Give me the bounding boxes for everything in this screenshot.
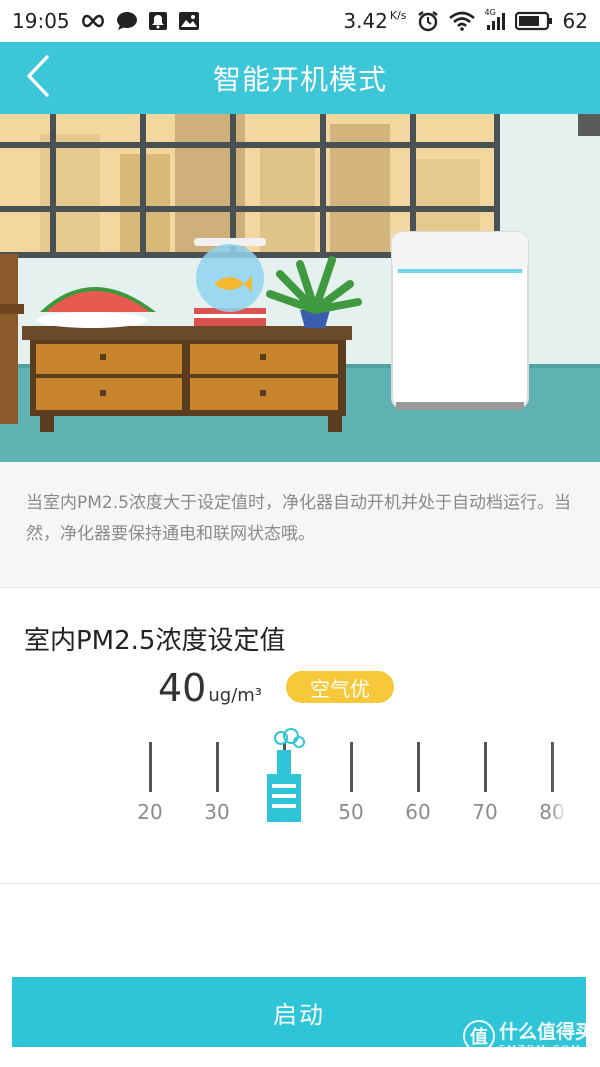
page-title: 智能开机模式 bbox=[212, 63, 387, 96]
infinity-icon bbox=[80, 13, 106, 29]
watermark-badge: 值 bbox=[462, 1020, 495, 1052]
notification-bell-icon bbox=[148, 11, 168, 31]
ruler-tick bbox=[417, 742, 420, 792]
ruler-tick bbox=[149, 742, 152, 792]
value-unit: ug/m³ bbox=[208, 685, 263, 706]
watermark-sub: SMZDM.COM bbox=[498, 1044, 582, 1055]
net-speed-unit: K/s bbox=[389, 9, 407, 22]
hero-illustration bbox=[0, 114, 600, 462]
battery-icon bbox=[514, 11, 553, 31]
chevron-left-icon bbox=[25, 54, 51, 102]
pm25-setting-panel: 室内PM2.5浓度设定值 40 ug/m³ 空气优 20304050607080 bbox=[0, 588, 600, 884]
pm25-ruler-slider[interactable]: 20304050607080 bbox=[130, 728, 570, 838]
cellular-signal-icon: 4G bbox=[484, 8, 505, 31]
ruler-tick bbox=[216, 742, 219, 792]
ruler-tick bbox=[350, 742, 353, 792]
ruler-edge-fade bbox=[552, 728, 570, 838]
mode-description: 当室内PM2.5浓度大于设定值时，净化器自动开机并处于自动档运行。当然，净化器要… bbox=[0, 462, 600, 588]
image-icon bbox=[178, 11, 200, 31]
ruler-tick-label: 60 bbox=[405, 800, 431, 824]
ruler-tick-label: 70 bbox=[472, 800, 498, 824]
status-bar: 19:05 3.42 K/s 4G 62 bbox=[0, 0, 600, 42]
wifi-icon bbox=[448, 11, 475, 31]
back-button[interactable] bbox=[14, 42, 62, 114]
net-speed: 3.42 K/s bbox=[343, 9, 407, 33]
app-header: 智能开机模式 bbox=[0, 42, 600, 114]
ruler-tick-label: 30 bbox=[204, 800, 230, 824]
air-quality-badge: 空气优 bbox=[286, 671, 394, 703]
ruler-tick-label: 50 bbox=[338, 800, 364, 824]
chat-bubble-icon bbox=[116, 11, 138, 31]
ruler-tick bbox=[484, 742, 487, 792]
battery-level: 62 bbox=[562, 9, 588, 33]
current-value: 40 ug/m³ bbox=[158, 666, 262, 710]
setting-title: 室内PM2.5浓度设定值 bbox=[24, 626, 286, 656]
status-time: 19:05 bbox=[12, 9, 70, 33]
factory-chimney-icon[interactable] bbox=[261, 728, 307, 824]
watermark-main: 什么值得买 bbox=[498, 1021, 594, 1043]
ruler-tick-label: 20 bbox=[137, 800, 163, 824]
network-type: 4G bbox=[484, 8, 496, 17]
value-number: 40 bbox=[158, 666, 207, 710]
site-watermark: 值 什么值得买 SMZDM.COM bbox=[462, 1017, 594, 1055]
alarm-clock-icon bbox=[417, 10, 439, 32]
